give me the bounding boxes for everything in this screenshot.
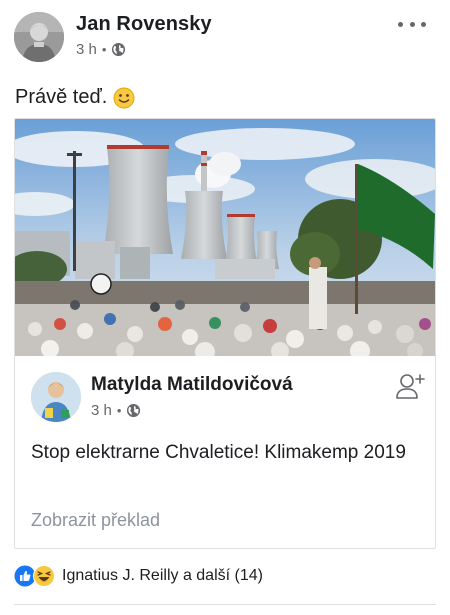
post-meta: 3 h • xyxy=(76,41,126,58)
haha-reaction-icon xyxy=(33,565,55,587)
meta-separator: • xyxy=(116,403,122,418)
shared-post-header: Matylda Matildovičová 3 h • xyxy=(15,356,435,428)
reaction-summary[interactable]: Ignatius J. Reilly a další (14) xyxy=(62,567,263,585)
more-horizontal-icon xyxy=(398,21,403,27)
add-friend-icon[interactable] xyxy=(395,370,427,402)
reactions-bar[interactable]: Ignatius J. Reilly a další (14) xyxy=(14,564,263,588)
shared-post-time[interactable]: 3 h xyxy=(91,402,112,419)
shared-post-card[interactable]: Matylda Matildovičová 3 h • Stop elektra… xyxy=(14,118,436,549)
shared-post-meta: 3 h • xyxy=(91,402,141,419)
slightly-smiling-face-emoji xyxy=(113,87,135,109)
post-message: Právě teď. xyxy=(15,86,108,108)
more-dot xyxy=(421,21,426,27)
post-text: Právě teď. xyxy=(15,86,135,109)
see-translation-link[interactable]: Zobrazit překlad xyxy=(31,510,160,531)
globe-icon xyxy=(111,42,126,57)
more-dot xyxy=(409,21,415,27)
meta-separator: • xyxy=(101,42,107,57)
divider xyxy=(14,604,436,605)
author-name[interactable]: Jan Rovensky xyxy=(76,13,212,36)
protest-at-power-plant-photo[interactable] xyxy=(15,119,435,356)
post-header: Jan Rovensky 3 h • xyxy=(14,12,436,64)
post-time[interactable]: 3 h xyxy=(76,41,97,58)
globe-icon xyxy=(126,403,141,418)
shared-author-avatar[interactable] xyxy=(31,372,81,422)
more-options-button[interactable] xyxy=(398,14,426,34)
shared-post-text: Stop elektrarne Chvaletice! Klimakemp 20… xyxy=(31,442,406,463)
author-avatar[interactable] xyxy=(14,12,64,62)
shared-author-name[interactable]: Matylda Matildovičová xyxy=(91,374,293,396)
